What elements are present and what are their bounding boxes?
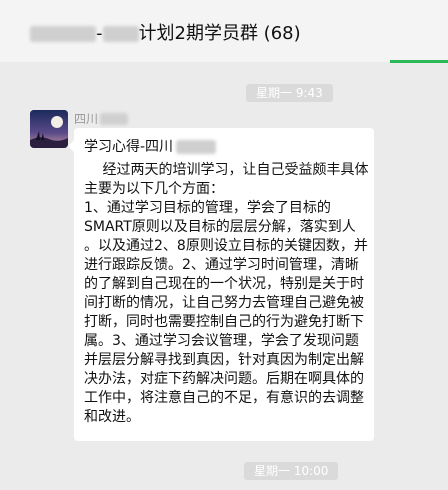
- bubble-tail: [68, 140, 74, 152]
- group-name: 计划2期学员群 (68): [138, 23, 301, 44]
- message-line: 和改进。: [84, 409, 140, 425]
- redacted-name: [100, 112, 129, 125]
- message-line: SMART原则以及目标的层层分解，落实到人: [84, 219, 356, 235]
- timestamp-top: 星期一 9:43: [246, 84, 333, 102]
- sender-avatar[interactable]: [30, 110, 68, 148]
- message-heading: 学习心得-四川: [84, 138, 217, 156]
- moon-night-scene-icon: [30, 110, 68, 148]
- message-line: 间打断的情况，让自己努力去管理自己避免被: [84, 295, 364, 311]
- message-line: 进行跟踪反馈。2、通过学习时间管理，清晰: [84, 257, 359, 273]
- redacted-name: [30, 26, 96, 42]
- chat-header: - 计划2期学员群 (68): [0, 0, 448, 63]
- message-line: 经过两天的培训学习，让自己受益颇丰具体: [84, 162, 369, 178]
- message-line: 的了解到自己现在的一个状况，特别是关于时: [84, 276, 364, 292]
- message-line: 工作中，将注意自己的不足，有意识的去调整: [84, 390, 364, 406]
- message-line: 属。3、通过学习会议管理，学会了发现问题: [84, 333, 359, 349]
- message-line: 决办法，对症下药解决问题。后期在啊具体的: [84, 371, 364, 387]
- title-separator: -: [96, 23, 103, 44]
- chat-title[interactable]: - 计划2期学员群 (68): [30, 22, 301, 46]
- message-line: 。以及通过2、8原则设立目标的关键因数，并: [84, 238, 368, 254]
- message-line: 并层层分解寻找到真因，针对真因为制定出解: [84, 352, 364, 368]
- timestamp-bottom: 星期一 10:00: [244, 462, 339, 480]
- sender-name: 四川: [74, 110, 129, 127]
- message-line: 打断，同时也需要控制自己的行为避免打断下: [84, 314, 364, 330]
- redacted-name: [102, 26, 139, 42]
- message-line: 1、通过学习目标的管理，学会了目标的: [84, 200, 331, 216]
- header-accent-bar: [390, 60, 448, 63]
- message-line: 主要为以下几个方面：: [84, 181, 224, 197]
- message-body: 经过两天的培训学习，让自己受益颇丰具体 主要为以下几个方面： 1、通过学习目标的管理…: [84, 161, 372, 427]
- message-bubble[interactable]: 学习心得-四川 经过两天的培训学习，让自己受益颇丰具体 主要为以下几个方面： 1、通…: [68, 128, 374, 441]
- redacted-name: [176, 140, 217, 154]
